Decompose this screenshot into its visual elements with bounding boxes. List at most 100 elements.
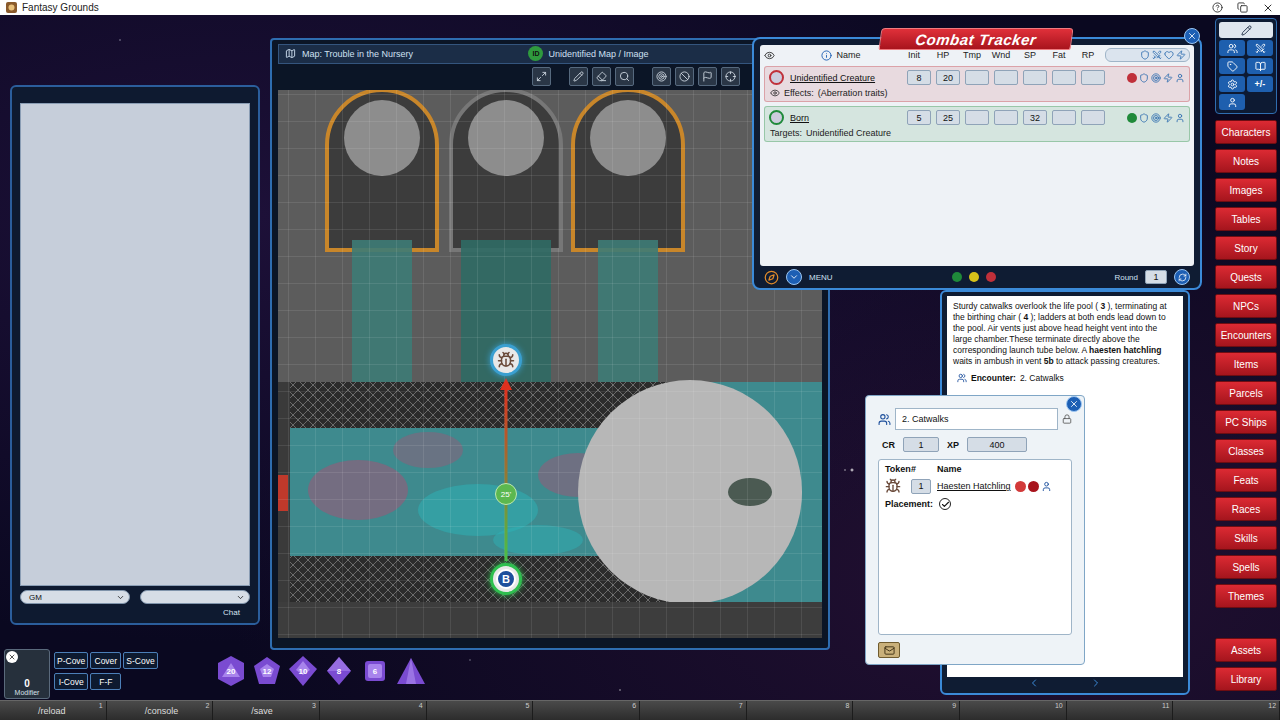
stat-field[interactable]: 20 bbox=[936, 70, 960, 85]
encounter-link[interactable]: Encounter:2. Catwalks bbox=[953, 373, 1177, 383]
cover-button[interactable]: Cover bbox=[90, 652, 121, 669]
id-badge[interactable]: ID bbox=[528, 46, 543, 61]
stat-field[interactable] bbox=[1052, 70, 1076, 85]
sidebar-button[interactable]: Notes bbox=[1215, 149, 1277, 173]
defense-icon[interactable] bbox=[1139, 73, 1149, 83]
sidebar-button[interactable]: PC Ships bbox=[1215, 410, 1277, 434]
combatant-name[interactable]: Unidentified Creature bbox=[790, 73, 902, 83]
share-button[interactable] bbox=[878, 642, 900, 658]
stat-field[interactable] bbox=[1081, 70, 1105, 85]
round-field[interactable]: 1 bbox=[1145, 270, 1167, 284]
visibility-icon[interactable] bbox=[764, 50, 775, 61]
health-icon[interactable] bbox=[1164, 50, 1174, 60]
xp-field[interactable]: 400 bbox=[967, 437, 1027, 452]
effects-icon[interactable] bbox=[1163, 113, 1173, 123]
cover-button[interactable]: F-F bbox=[90, 673, 121, 690]
die[interactable]: 12 bbox=[252, 655, 282, 687]
sidebar-button[interactable]: Themes bbox=[1215, 584, 1277, 608]
close-icon[interactable] bbox=[1262, 2, 1274, 14]
info-icon[interactable] bbox=[821, 50, 832, 61]
stat-field[interactable] bbox=[965, 110, 989, 125]
attack-icon[interactable] bbox=[1152, 50, 1162, 60]
sidebar-button[interactable]: Spells bbox=[1215, 555, 1277, 579]
next-round-button[interactable] bbox=[1174, 269, 1190, 285]
stat-field[interactable]: 32 bbox=[1023, 110, 1047, 125]
map-tool[interactable] bbox=[652, 67, 671, 86]
lock-icon[interactable] bbox=[1062, 414, 1072, 424]
hotkey-slot[interactable]: 9 bbox=[853, 701, 960, 720]
stat-field[interactable] bbox=[1023, 70, 1047, 85]
modifier-tool[interactable]: +/- bbox=[1247, 76, 1273, 92]
hotkey-slot[interactable]: 5 bbox=[427, 701, 534, 720]
menu-button[interactable]: MENU bbox=[809, 273, 833, 282]
stat-field[interactable] bbox=[965, 70, 989, 85]
stat-field[interactable] bbox=[1052, 110, 1076, 125]
target-select[interactable] bbox=[140, 590, 250, 604]
clear-modifier-button[interactable] bbox=[6, 651, 18, 663]
hotkey-slot[interactable]: 7 bbox=[640, 701, 747, 720]
faction-filter[interactable] bbox=[969, 272, 979, 282]
tool-button[interactable] bbox=[1219, 22, 1273, 38]
npc-link[interactable]: Haesten Hatchling bbox=[937, 481, 1065, 492]
sidebar-button[interactable]: Items bbox=[1215, 352, 1277, 376]
count-field[interactable]: 1 bbox=[911, 479, 931, 494]
sidebar-button[interactable]: Encounters bbox=[1215, 323, 1277, 347]
map-token[interactable]: B bbox=[490, 563, 522, 595]
sidebar-button[interactable]: Characters bbox=[1215, 120, 1277, 144]
cr-field[interactable]: 1 bbox=[903, 437, 939, 452]
cover-button[interactable]: I-Cove bbox=[54, 673, 88, 690]
close-button[interactable] bbox=[1066, 396, 1082, 412]
hotkey-slot[interactable]: 8 bbox=[747, 701, 854, 720]
sidebar-button[interactable]: Story bbox=[1215, 236, 1277, 260]
sidebar-button[interactable]: Parcels bbox=[1215, 381, 1277, 405]
hotkey-slot[interactable]: 6 bbox=[533, 701, 640, 720]
faction-icon[interactable] bbox=[1127, 73, 1137, 83]
sidebar-button[interactable]: Feats bbox=[1215, 468, 1277, 492]
hotkey-slot[interactable]: /reload1 bbox=[0, 701, 107, 720]
person-icon[interactable] bbox=[1175, 73, 1185, 83]
target-icon[interactable] bbox=[1151, 113, 1161, 123]
sidebar-button[interactable]: NPCs bbox=[1215, 294, 1277, 318]
cover-button[interactable]: S-Cove bbox=[123, 652, 157, 669]
sidebar-button[interactable]: Tables bbox=[1215, 207, 1277, 231]
map-canvas[interactable]: B25' bbox=[278, 90, 822, 638]
previous-icon[interactable] bbox=[1028, 677, 1040, 689]
token-icon[interactable] bbox=[769, 110, 784, 125]
person-icon[interactable] bbox=[1175, 113, 1185, 123]
tool-button[interactable] bbox=[1219, 58, 1245, 74]
token-icon[interactable] bbox=[769, 70, 784, 85]
stat-field[interactable] bbox=[994, 70, 1018, 85]
hotkey-slot[interactable]: 10 bbox=[960, 701, 1067, 720]
hotkey-slot[interactable]: 12 bbox=[1173, 701, 1280, 720]
sidebar-button[interactable]: Assets bbox=[1215, 638, 1277, 662]
map-tool[interactable] bbox=[615, 67, 634, 86]
die[interactable]: 20 bbox=[216, 655, 246, 687]
map-tool[interactable] bbox=[721, 67, 740, 86]
tool-button[interactable] bbox=[1219, 76, 1245, 92]
next-icon[interactable] bbox=[1090, 677, 1102, 689]
effects-icon[interactable] bbox=[1163, 73, 1173, 83]
hotkey-slot[interactable]: 4 bbox=[320, 701, 427, 720]
map-tool[interactable] bbox=[532, 67, 551, 86]
hotkey-slot[interactable]: /console2 bbox=[107, 701, 214, 720]
die[interactable] bbox=[396, 655, 426, 687]
tool-button[interactable] bbox=[1219, 40, 1245, 56]
hotkey-slot[interactable]: /save3 bbox=[213, 701, 320, 720]
compass-icon[interactable] bbox=[764, 270, 779, 285]
sidebar-button[interactable]: Races bbox=[1215, 497, 1277, 521]
stat-field[interactable]: 5 bbox=[907, 110, 931, 125]
sidebar-button[interactable]: Quests bbox=[1215, 265, 1277, 289]
faction-icon[interactable] bbox=[1127, 113, 1137, 123]
die[interactable]: 10 bbox=[288, 655, 318, 687]
hotkey-slot[interactable]: 11 bbox=[1067, 701, 1174, 720]
shield-icon[interactable] bbox=[1140, 50, 1150, 60]
map-tool[interactable] bbox=[569, 67, 588, 86]
stat-field[interactable] bbox=[994, 110, 1018, 125]
identity-select[interactable]: GM bbox=[20, 590, 130, 604]
visibility-icon[interactable] bbox=[770, 88, 780, 98]
tool-button[interactable] bbox=[1247, 40, 1273, 56]
effects-icon[interactable] bbox=[1176, 50, 1186, 60]
map-tool[interactable] bbox=[675, 67, 694, 86]
stat-field[interactable]: 25 bbox=[936, 110, 960, 125]
token-icon[interactable] bbox=[885, 478, 901, 494]
